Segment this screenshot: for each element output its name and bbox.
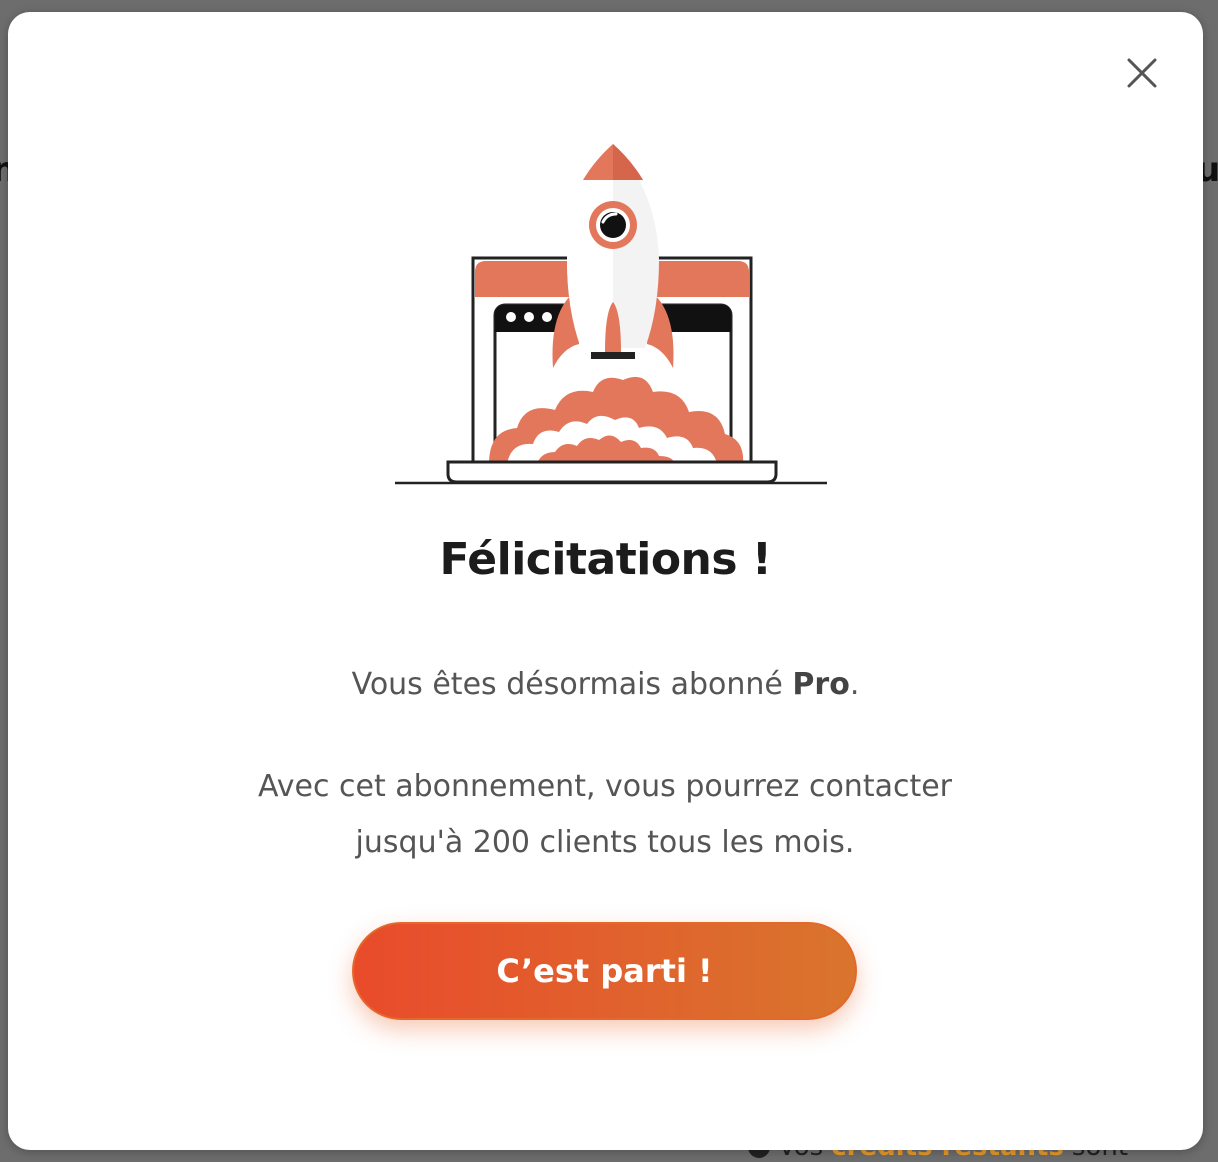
modal-title: Félicitations !: [439, 534, 772, 585]
rocket-launch-laptop-icon: [395, 144, 827, 485]
success-modal: Félicitations ! Vous êtes désormais abon…: [8, 12, 1203, 1150]
subscription-description: Avec cet abonnement, vous pourrez contac…: [257, 769, 953, 860]
close-icon: [1127, 58, 1157, 88]
start-button[interactable]: C’est parti !: [352, 922, 857, 1020]
plan-name: Pro: [792, 667, 850, 702]
close-button[interactable]: [1123, 54, 1161, 92]
subscription-message: Vous êtes désormais abonné Pro.: [351, 667, 860, 702]
